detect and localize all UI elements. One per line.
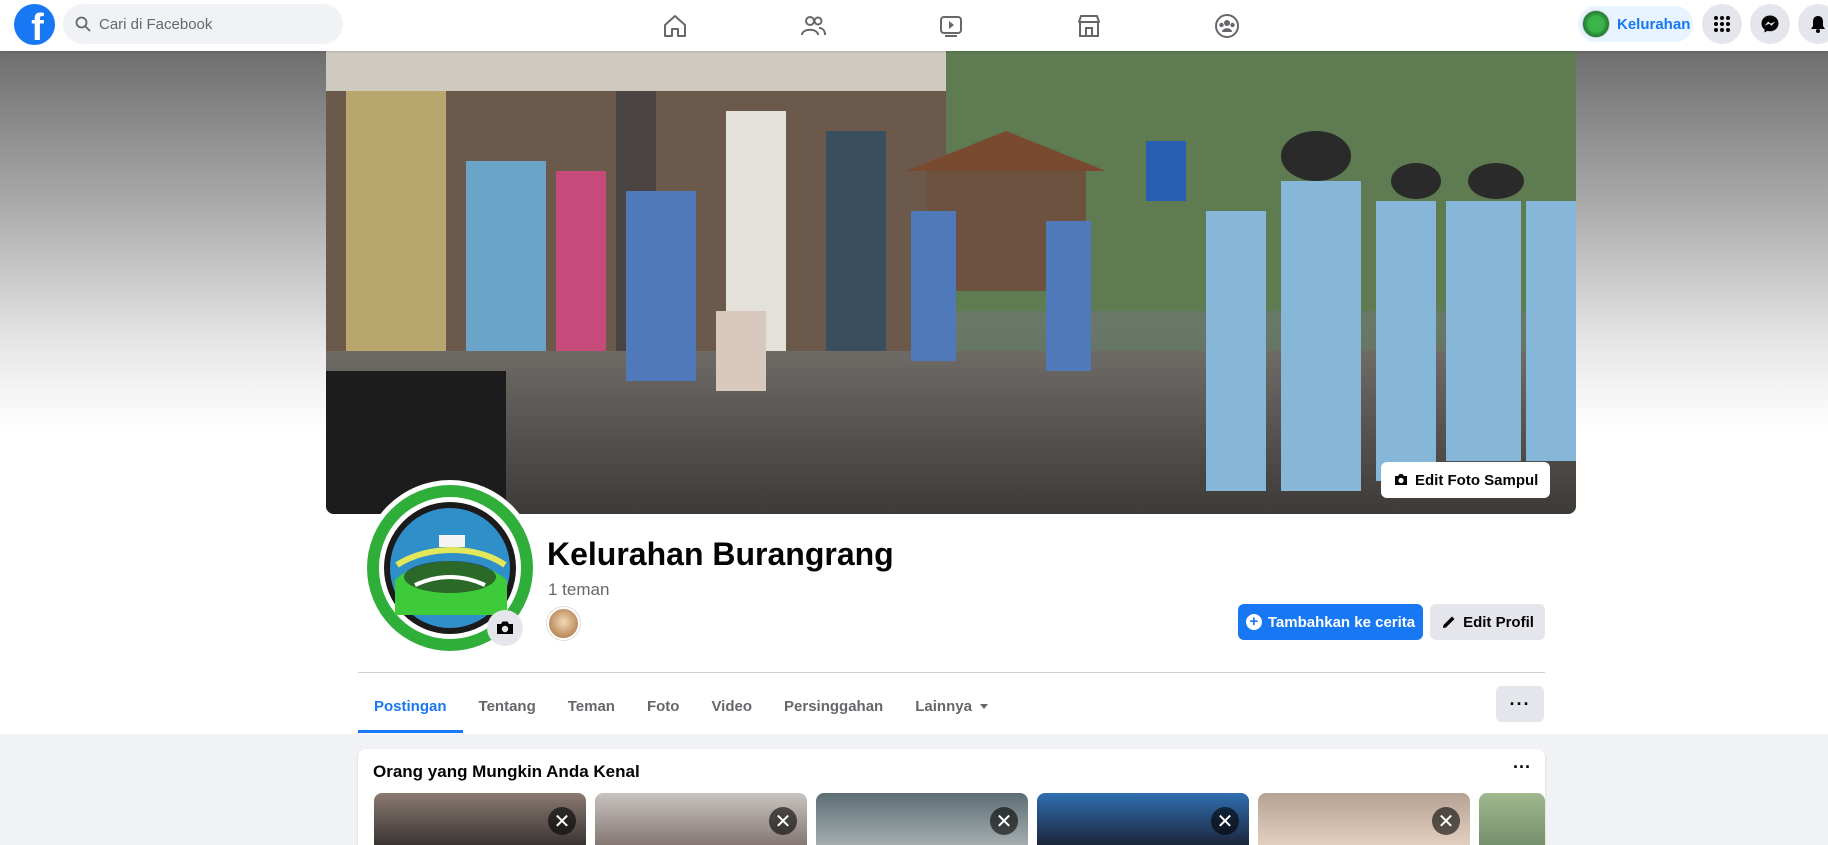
top-navigation-bar: f Kelurahan (0, 0, 1828, 51)
facebook-logo-letter: f (31, 7, 44, 45)
tab-foto[interactable]: Foto (631, 680, 695, 733)
marketplace-icon (1078, 15, 1100, 37)
card-menu-button[interactable]: ··· (1513, 757, 1531, 778)
update-profile-picture-button[interactable] (487, 610, 523, 646)
search-icon (75, 16, 91, 32)
friends-count-link[interactable]: 1 teman (548, 580, 609, 600)
suggestion-card[interactable]: ✕ (595, 793, 807, 845)
add-to-story-button[interactable]: + Tambahkan ke cerita (1238, 604, 1423, 640)
notifications-icon (1811, 16, 1825, 33)
pencil-icon (1443, 616, 1455, 628)
tab-postingan[interactable]: Postingan (358, 680, 463, 733)
tab-label: Video (711, 698, 753, 715)
profile-shortcut[interactable]: Kelurahan (1578, 6, 1693, 42)
suggestion-card[interactable]: ✕ (374, 793, 586, 845)
facebook-logo[interactable]: f (14, 4, 55, 45)
cover-photo[interactable] (326, 51, 1576, 514)
nav-home[interactable] (620, 6, 730, 46)
suggestion-card[interactable] (1479, 793, 1545, 845)
profile-shortcut-label: Kelurahan (1617, 15, 1691, 33)
home-icon (664, 15, 686, 37)
messenger-button[interactable] (1750, 4, 1790, 44)
more-options-button[interactable]: ··· (1496, 686, 1544, 722)
search-input[interactable] (99, 15, 319, 33)
nav-friends[interactable] (758, 6, 868, 46)
menu-button[interactable] (1702, 4, 1742, 44)
plus-icon: + (1245, 614, 1262, 630)
dismiss-button[interactable]: ✕ (1432, 807, 1460, 835)
tab-tentang[interactable]: Tentang (463, 680, 552, 733)
caret-down-icon (979, 704, 988, 709)
card-title: Orang yang Mungkin Anda Kenal (373, 762, 640, 781)
menu-grid-icon (1714, 16, 1730, 32)
header-divider (358, 672, 1545, 673)
suggestion-card[interactable]: ✕ (1258, 793, 1470, 845)
edit-profile-button[interactable]: Edit Profil (1430, 604, 1545, 640)
tab-persinggahan[interactable]: Persinggahan (768, 680, 899, 733)
dismiss-button[interactable]: ✕ (990, 807, 1018, 835)
friend-avatar[interactable] (547, 607, 580, 640)
tab-teman[interactable]: Teman (552, 680, 631, 733)
tab-label: Persinggahan (784, 698, 884, 715)
edit-cover-photo-button[interactable]: Edit Foto Sampul (1381, 462, 1551, 498)
dismiss-button[interactable]: ✕ (548, 807, 576, 835)
edit-profile-label: Edit Profil (1463, 613, 1534, 631)
avatar (1582, 10, 1610, 38)
tab-lainnya[interactable]: Lainnya (899, 680, 1004, 733)
friends-icon (801, 16, 826, 36)
tab-label: Foto (646, 698, 680, 715)
search-box[interactable] (63, 4, 343, 44)
tab-video[interactable]: Video (695, 680, 768, 733)
dismiss-button[interactable]: ✕ (769, 807, 797, 835)
nav-watch[interactable] (896, 6, 1006, 46)
camera-icon (1395, 474, 1407, 485)
add-to-story-label: Tambahkan ke cerita (1267, 613, 1416, 631)
profile-tabs: Postingan Tentang Teman Foto Video Persi… (358, 680, 1004, 733)
messenger-icon (1761, 15, 1779, 33)
suggestion-card[interactable]: ✕ (816, 793, 1028, 845)
nav-marketplace[interactable] (1034, 6, 1144, 46)
camera-icon (497, 621, 513, 634)
groups-icon (1215, 14, 1239, 38)
notifications-button[interactable] (1798, 4, 1828, 44)
dismiss-button[interactable]: ✕ (1211, 807, 1239, 835)
watch-icon (940, 16, 962, 37)
tab-label: Teman (567, 698, 615, 715)
tab-label: Tentang (478, 698, 536, 715)
people-you-may-know-card: Orang yang Mungkin Anda Kenal ··· ✕ ✕ ✕ … (358, 749, 1545, 845)
nav-groups[interactable] (1172, 6, 1282, 46)
cover-photo-image (326, 51, 1576, 514)
tab-label: Lainnya (915, 698, 972, 715)
edit-cover-photo-label: Edit Foto Sampul (1415, 471, 1539, 489)
suggestion-card[interactable]: ✕ (1037, 793, 1249, 845)
page-title: Kelurahan Burangrang (547, 536, 894, 572)
tab-label: Postingan (374, 698, 447, 715)
